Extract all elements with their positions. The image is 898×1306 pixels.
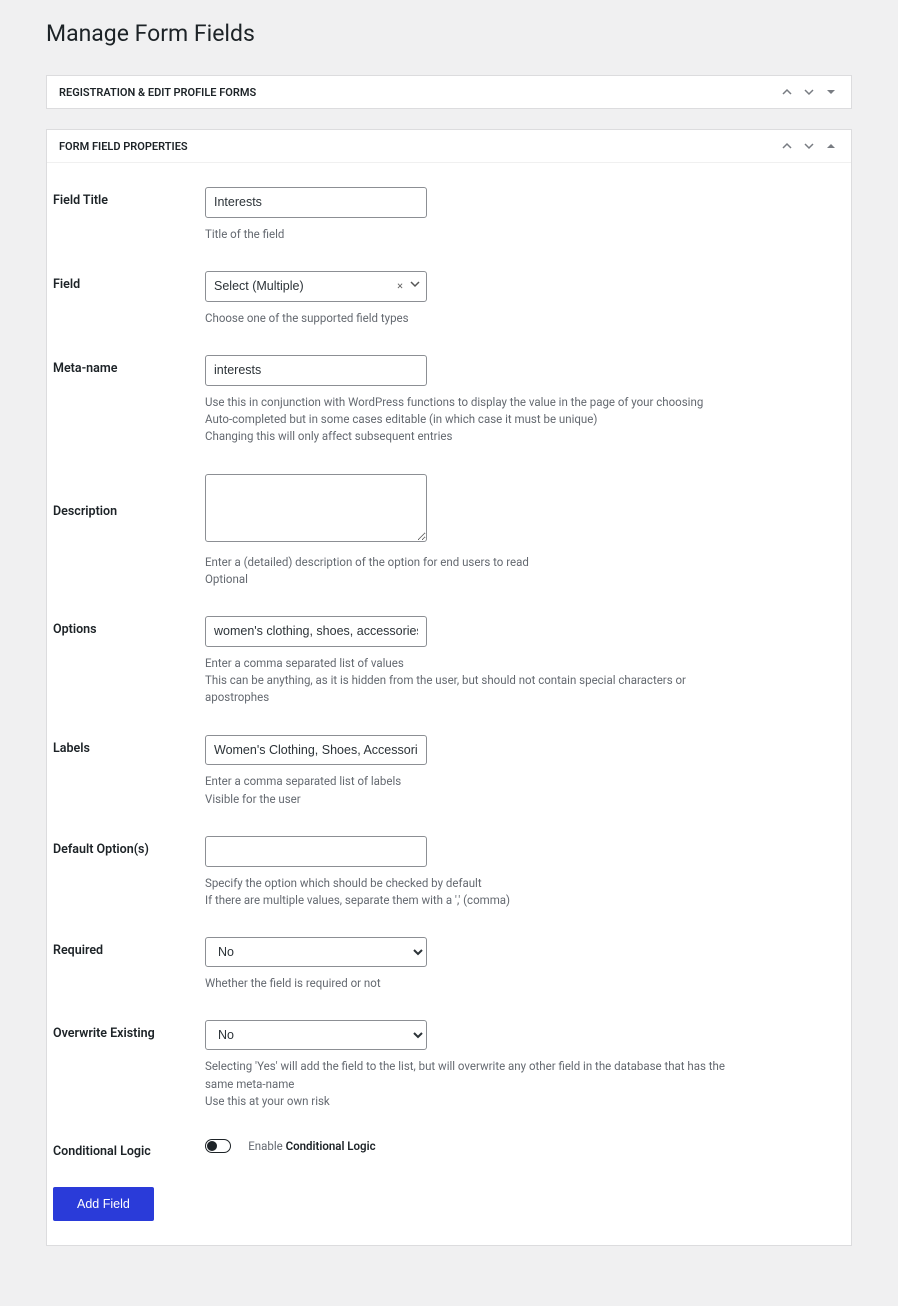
help-description: Enter a (detailed) description of the op… xyxy=(205,554,725,589)
label-labels: Labels xyxy=(47,735,205,756)
help-field-title: Title of the field xyxy=(205,226,725,243)
label-required: Required xyxy=(47,937,205,958)
label-overwrite: Overwrite Existing xyxy=(47,1020,205,1041)
label-default-options: Default Option(s) xyxy=(47,836,205,857)
panel-title-registration: Registration & Edit Profile Forms xyxy=(59,86,256,99)
select-field-type[interactable] xyxy=(205,271,427,302)
label-options: Options xyxy=(47,616,205,637)
help-required: Whether the field is required or not xyxy=(205,975,725,992)
input-labels[interactable] xyxy=(205,735,427,766)
clear-icon[interactable]: × xyxy=(397,280,403,293)
chevron-down-icon[interactable] xyxy=(801,138,817,154)
label-field-title: Field Title xyxy=(47,187,205,208)
chevron-down-icon[interactable] xyxy=(801,84,817,100)
label-conditional-logic: Conditional Logic xyxy=(47,1138,205,1159)
help-overwrite: Selecting 'Yes' will add the field to th… xyxy=(205,1058,725,1110)
row-conditional-logic: Conditional Logic Enable Conditional Log… xyxy=(47,1138,839,1159)
panel-title-properties: Form Field Properties xyxy=(59,140,188,153)
panel-registration: Registration & Edit Profile Forms xyxy=(46,75,852,109)
toggle-conditional-logic[interactable] xyxy=(205,1139,231,1153)
panel-body: Field Title Title of the field Field × C… xyxy=(47,163,851,1245)
row-labels: Labels Enter a comma separated list of l… xyxy=(47,735,839,808)
input-field-title[interactable] xyxy=(205,187,427,218)
add-field-button[interactable]: Add Field xyxy=(53,1187,154,1221)
help-meta-name: Use this in conjunction with WordPress f… xyxy=(205,394,725,446)
input-meta-name[interactable] xyxy=(205,355,427,386)
input-default-options[interactable] xyxy=(205,836,427,867)
label-description: Description xyxy=(47,474,205,519)
row-field-title: Field Title Title of the field xyxy=(47,187,839,243)
caret-up-icon[interactable] xyxy=(823,138,839,154)
row-meta-name: Meta-name Use this in conjunction with W… xyxy=(47,355,839,446)
row-overwrite: Overwrite Existing No Selecting 'Yes' wi… xyxy=(47,1020,839,1110)
row-description: Description Enter a (detailed) descripti… xyxy=(47,474,839,589)
select-required[interactable]: No xyxy=(205,937,427,967)
select-overwrite[interactable]: No xyxy=(205,1020,427,1050)
page-title: Manage Form Fields xyxy=(46,20,852,47)
row-options: Options Enter a comma separated list of … xyxy=(47,616,839,707)
toggle-label-conditional-logic: Enable Conditional Logic xyxy=(248,1139,375,1153)
caret-down-icon[interactable] xyxy=(823,84,839,100)
help-default-options: Specify the option which should be check… xyxy=(205,875,725,910)
label-meta-name: Meta-name xyxy=(47,355,205,376)
panel-header-registration[interactable]: Registration & Edit Profile Forms xyxy=(47,76,851,108)
label-field: Field xyxy=(47,271,205,292)
panel-properties: Form Field Properties Field Title Title … xyxy=(46,129,852,1246)
row-default-options: Default Option(s) Specify the option whi… xyxy=(47,836,839,909)
chevron-up-icon[interactable] xyxy=(779,138,795,154)
row-field: Field × Choose one of the supported fiel… xyxy=(47,271,839,327)
panel-header-properties[interactable]: Form Field Properties xyxy=(47,130,851,163)
help-labels: Enter a comma separated list of labels V… xyxy=(205,773,725,808)
textarea-description[interactable] xyxy=(205,474,427,542)
help-options: Enter a comma separated list of values T… xyxy=(205,655,725,707)
help-field: Choose one of the supported field types xyxy=(205,310,725,327)
row-required: Required No Whether the field is require… xyxy=(47,937,839,992)
chevron-up-icon[interactable] xyxy=(779,84,795,100)
input-options[interactable] xyxy=(205,616,427,647)
